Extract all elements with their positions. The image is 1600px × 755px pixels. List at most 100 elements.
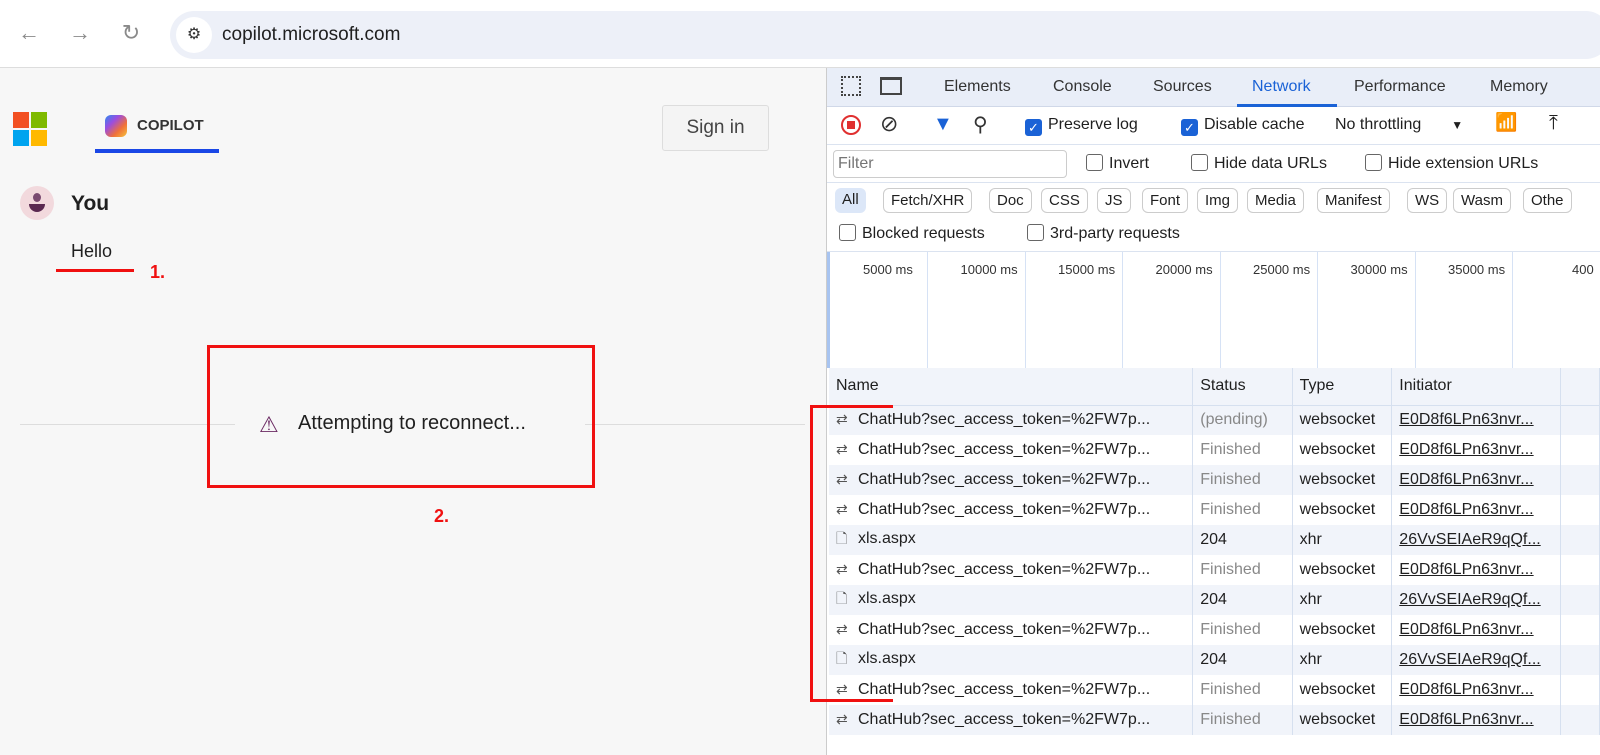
copilot-tab[interactable]: COPILOT [95,105,219,153]
websocket-icon: ⇄ [836,621,848,637]
column-type[interactable]: Type [1292,368,1393,406]
chip-css[interactable]: CSS [1041,188,1088,213]
blocked-requests-checkbox[interactable]: Blocked requests [839,224,985,243]
timeline-tick-label: 35000 ms [1448,262,1506,277]
type-filter-chips: All Fetch/XHR Doc CSS JS Font Img Media Manifest… [827,183,1600,217]
chip-js[interactable]: JS [1097,188,1131,213]
hide-data-urls-checkbox[interactable]: Hide data URLs [1191,154,1327,173]
chip-ws[interactable]: WS [1407,188,1448,213]
timeline-overview[interactable]: 5000 ms 10000 ms 15000 ms 20000 ms 25000 ms 3… [827,252,1600,368]
chip-fetchxhr[interactable]: Fetch/XHR [883,188,973,213]
chip-media[interactable]: Media [1247,188,1304,213]
request-row[interactable]: ⇄ ChatHub?sec_access_token=%2FW7p... Fini… [829,465,1600,495]
request-initiator-link[interactable]: E0D8f6LPn63nvr... [1391,495,1561,525]
request-initiator-link[interactable]: 26VvSEIAeR9qQf... [1391,525,1561,555]
request-row[interactable]: ⇄ ChatHub?sec_access_token=%2FW7p... Fini… [829,675,1600,705]
column-initiator[interactable]: Initiator [1391,368,1561,406]
request-type: websocket [1292,555,1393,585]
request-name: ChatHub?sec_access_token=%2FW7p... [858,561,1151,578]
site-settings-icon[interactable]: ⚙ [176,17,212,53]
request-row[interactable]: 🗋 xls.aspx 204 xhr 26VvSEIAeR9qQf... [829,645,1600,675]
request-initiator-link[interactable]: 26VvSEIAeR9qQf... [1391,585,1561,615]
network-conditions-icon[interactable]: 📶 [1495,112,1517,133]
chip-img[interactable]: Img [1197,188,1239,213]
throttling-select[interactable]: No throttling ▼ [1335,116,1463,134]
device-toolbar-icon[interactable] [880,77,902,95]
microsoft-logo[interactable] [13,112,47,146]
search-icon[interactable]: ⚲ [973,112,988,137]
third-party-checkbox[interactable]: 3rd-party requests [1027,224,1180,243]
hide-extension-urls-checkbox[interactable]: Hide extension URLs [1365,154,1538,173]
request-row[interactable]: ⇄ ChatHub?sec_access_token=%2FW7p... Fini… [829,495,1600,525]
request-name: ChatHub?sec_access_token=%2FW7p... [858,441,1151,458]
timeline-tick-label: 10000 ms [960,262,1018,277]
chip-font[interactable]: Font [1142,188,1189,213]
tab-sources[interactable]: Sources [1153,78,1212,96]
request-type: websocket [1292,495,1393,525]
import-icon[interactable]: ⤒ [1549,112,1558,135]
request-status: Finished [1192,435,1293,465]
request-name: ChatHub?sec_access_token=%2FW7p... [858,711,1151,728]
sign-in-button[interactable]: Sign in [662,105,769,151]
chip-othe[interactable]: Othe [1523,188,1572,213]
request-row[interactable]: ⇄ ChatHub?sec_access_token=%2FW7p... (pen… [829,405,1600,435]
annotation-1: 1. [150,262,166,282]
request-initiator-link[interactable]: 26VvSEIAeR9qQf... [1391,645,1561,675]
annotation-box [207,345,595,488]
chip-all[interactable]: All [835,188,866,213]
preserve-log-checkbox[interactable]: ✓ Preserve log [1025,116,1138,136]
annotation-2: 2. [434,506,450,526]
forward-icon[interactable]: → [66,20,94,46]
request-type: websocket [1292,405,1393,435]
request-type: websocket [1292,705,1393,735]
request-initiator-link[interactable]: E0D8f6LPn63nvr... [1391,615,1561,645]
request-initiator-link[interactable]: E0D8f6LPn63nvr... [1391,405,1561,435]
request-row[interactable]: 🗋 xls.aspx 204 xhr 26VvSEIAeR9qQf... [829,525,1600,555]
request-initiator-link[interactable]: E0D8f6LPn63nvr... [1391,675,1561,705]
record-icon[interactable] [841,115,861,135]
tab-network[interactable]: Network [1237,68,1337,107]
chip-wasm[interactable]: Wasm [1453,188,1511,213]
request-status: Finished [1192,555,1293,585]
back-icon[interactable]: ← [15,20,43,46]
websocket-icon: ⇄ [836,471,848,487]
request-status: 204 [1192,525,1293,555]
disable-cache-checkbox[interactable]: ✓ Disable cache [1181,116,1305,136]
timeline-gridline [1512,252,1513,368]
request-status: Finished [1192,615,1293,645]
annotation-bracket [810,405,813,702]
reload-icon[interactable]: ↻ [117,20,145,46]
request-initiator-link[interactable]: E0D8f6LPn63nvr... [1391,435,1561,465]
tab-memory[interactable]: Memory [1490,78,1548,96]
request-type: websocket [1292,435,1393,465]
timeline-tick-label: 30000 ms [1350,262,1408,277]
request-row[interactable]: ⇄ ChatHub?sec_access_token=%2FW7p... Fini… [829,435,1600,465]
chip-manifest[interactable]: Manifest [1317,188,1390,213]
filter-icon[interactable]: ▼ [933,113,953,136]
request-status: Finished [1192,495,1293,525]
inspect-element-icon[interactable] [841,76,861,96]
request-row[interactable]: ⇄ ChatHub?sec_access_token=%2FW7p... Fini… [829,555,1600,585]
browser-toolbar: ← → ↻ ⚙ copilot.microsoft.com [0,0,1600,68]
websocket-icon: ⇄ [836,681,848,697]
request-row[interactable]: 🗋 xls.aspx 204 xhr 26VvSEIAeR9qQf... [829,585,1600,615]
clear-icon[interactable]: ⊘ [880,111,898,137]
request-initiator-link[interactable]: E0D8f6LPn63nvr... [1391,705,1561,735]
request-row[interactable]: ⇄ ChatHub?sec_access_token=%2FW7p... Fini… [829,615,1600,645]
invert-checkbox[interactable]: Invert [1086,154,1149,173]
filter-input[interactable] [833,150,1067,178]
timeline-tick-label: 25000 ms [1253,262,1311,277]
url-text[interactable]: copilot.microsoft.com [222,24,400,46]
tab-elements[interactable]: Elements [944,78,1011,96]
request-initiator-link[interactable]: E0D8f6LPn63nvr... [1391,555,1561,585]
request-initiator-link[interactable]: E0D8f6LPn63nvr... [1391,465,1561,495]
column-name[interactable]: Name [829,368,1194,406]
tab-performance[interactable]: Performance [1354,78,1446,96]
chip-doc[interactable]: Doc [989,188,1032,213]
websocket-icon: ⇄ [836,441,848,457]
devtools-panel: Elements Console Sources Network Perform… [826,68,1600,755]
request-row[interactable]: ⇄ ChatHub?sec_access_token=%2FW7p... Fini… [829,705,1600,735]
column-status[interactable]: Status [1192,368,1293,406]
tab-console[interactable]: Console [1053,78,1112,96]
request-type: websocket [1292,615,1393,645]
